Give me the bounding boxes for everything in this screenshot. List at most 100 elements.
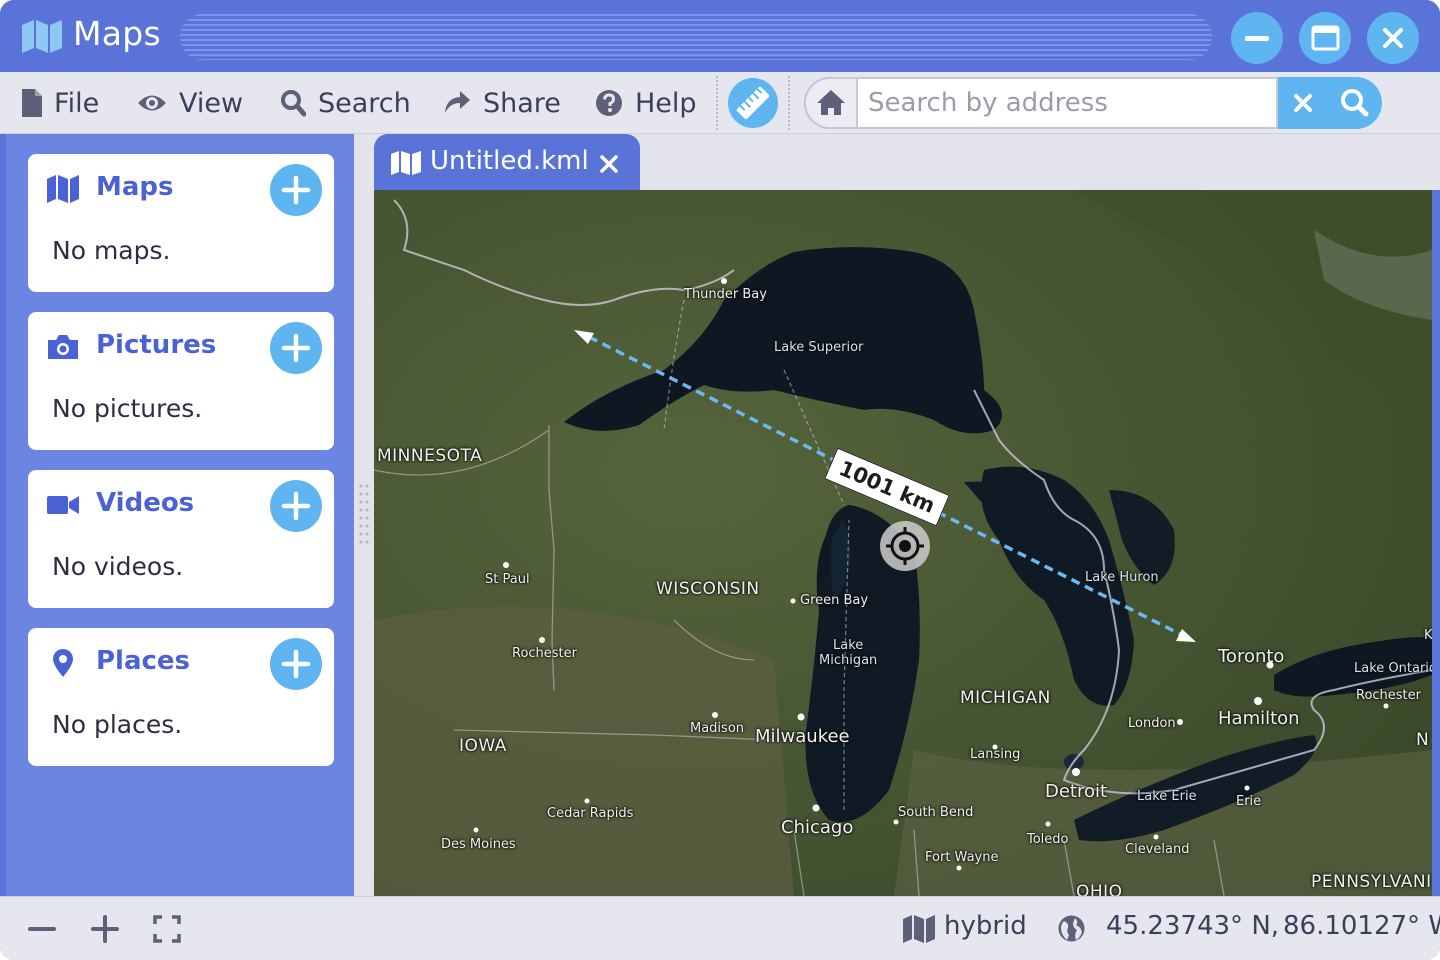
map-label-cleveland: Cleveland (1125, 842, 1190, 857)
camera-icon (48, 335, 78, 359)
fullscreen-icon (153, 915, 181, 943)
minimize-icon (1245, 36, 1269, 41)
eye-icon (138, 95, 166, 111)
zoom-in-button[interactable] (87, 911, 123, 947)
address-search (804, 77, 1382, 129)
map-label-hamilton: Hamilton (1218, 708, 1300, 729)
map-label-erie: Erie (1236, 794, 1262, 809)
add-video-button[interactable] (270, 480, 322, 532)
map-label-lake-superior: Lake Superior (774, 340, 864, 355)
map-label-lake-huron: Lake Huron (1085, 570, 1159, 585)
map-label-lake-erie: Lake Erie (1137, 789, 1197, 804)
menu-separator (788, 76, 790, 130)
map-label-st-paul: St Paul (485, 572, 530, 587)
file-icon (22, 89, 42, 117)
crosshair-marker[interactable] (880, 521, 930, 571)
maximize-button[interactable] (1299, 12, 1351, 64)
map-label-partial: K (1424, 628, 1432, 643)
home-button[interactable] (804, 77, 856, 129)
sidebar-resize-handle[interactable] (354, 134, 374, 896)
section-title: Videos (96, 488, 195, 518)
menu-view[interactable]: View (137, 72, 243, 134)
sidebar-section-maps: Maps No maps. (28, 154, 334, 292)
map-icon (391, 151, 421, 175)
map-label-rochester-mn: Rochester (512, 646, 577, 661)
maps-window: Maps File View Search Share Help Search … (0, 0, 1440, 960)
close-icon (1294, 94, 1312, 112)
map-label-minnesota: MINNESOTA (377, 446, 483, 466)
menu-share[interactable]: Share (443, 72, 561, 134)
sidebar-section-places: Places No places. (28, 628, 334, 766)
empty-message: No places. (52, 710, 183, 739)
plus-icon (91, 915, 119, 943)
help-icon (596, 90, 622, 116)
tab-label: Untitled.kml (430, 146, 589, 176)
empty-message: No videos. (52, 552, 184, 581)
zoom-out-button[interactable] (24, 911, 60, 947)
sidebar-section-videos: Videos No videos. (28, 470, 334, 608)
home-icon (817, 90, 845, 115)
close-tab-icon[interactable] (598, 153, 620, 175)
plus-icon (281, 491, 311, 521)
map-icon (903, 915, 935, 943)
map-label-des-moines: Des Moines (441, 837, 516, 852)
minus-icon (28, 927, 56, 931)
map-label-cedar-rapids: Cedar Rapids (547, 806, 634, 821)
clear-search-button[interactable] (1278, 77, 1328, 129)
menu-search[interactable]: Search (280, 72, 411, 134)
menu-share-label: Share (483, 87, 561, 119)
map-icon (22, 20, 62, 53)
map-label-pennsylvania: PENNSYLVANI (1311, 872, 1432, 892)
close-icon (1383, 28, 1403, 48)
map-label-detroit: Detroit (1045, 781, 1108, 802)
menu-help[interactable]: Help (595, 72, 697, 134)
map-label-madison: Madison (690, 721, 745, 736)
map-label-wisconsin: WISCONSIN (656, 579, 760, 599)
tab-untitled-kml[interactable]: Untitled.kml (374, 134, 640, 190)
map-icon (47, 175, 79, 203)
grip-icon (359, 484, 369, 544)
map-label-south-bend: South Bend (898, 805, 974, 820)
menu-view-label: View (179, 87, 244, 119)
ruler-icon (736, 86, 770, 120)
map-label-rochester-ny: Rochester (1356, 688, 1421, 703)
plus-icon (281, 649, 311, 679)
map-label-iowa: IOWA (459, 736, 507, 756)
map-label-chicago: Chicago (781, 817, 854, 838)
search-input[interactable] (856, 77, 1278, 129)
search-icon (281, 90, 306, 117)
maximize-icon (1311, 25, 1340, 51)
map-label-michigan: MICHIGAN (960, 688, 1051, 708)
fullscreen-button[interactable] (149, 911, 185, 947)
add-place-button[interactable] (270, 638, 322, 690)
menu-file[interactable]: File (22, 72, 99, 134)
map-label-green-bay: Green Bay (800, 593, 869, 608)
globe-icon (1058, 915, 1085, 942)
latitude-readout: 45.23743° N, (1106, 911, 1280, 941)
map-label-milwaukee: Milwaukee (755, 726, 850, 747)
add-map-button[interactable] (270, 164, 322, 216)
title-bar[interactable]: Maps (0, 0, 1440, 72)
menu-search-label: Search (318, 87, 411, 119)
close-button[interactable] (1367, 12, 1419, 64)
map-type-label[interactable]: hybrid (944, 911, 1027, 941)
search-submit-button[interactable] (1328, 77, 1382, 129)
map-label-lansing: Lansing (970, 747, 1021, 762)
map-label-ohio: OHIO (1076, 882, 1123, 896)
map-label-lake-ontario: Lake Ontario (1354, 661, 1432, 676)
measure-button[interactable] (728, 78, 778, 128)
map-label-new-york-partial: N (1416, 730, 1430, 750)
minimize-button[interactable] (1231, 12, 1283, 64)
status-bar: hybrid 45.23743° N, 86.10127° W (0, 896, 1440, 960)
section-title: Places (96, 646, 191, 676)
menu-separator (716, 76, 718, 130)
add-picture-button[interactable] (270, 322, 322, 374)
map-label-toledo: Toledo (1027, 832, 1069, 847)
map-label-london: London (1128, 716, 1176, 731)
video-icon (47, 496, 79, 514)
longitude-readout: 86.10127° W (1283, 911, 1440, 941)
sidebar-section-pictures: Pictures No pictures. (28, 312, 334, 450)
menu-help-label: Help (635, 87, 697, 119)
map-label-lake-michigan: Lake (833, 638, 864, 653)
title-drag-handle[interactable] (180, 14, 1212, 60)
